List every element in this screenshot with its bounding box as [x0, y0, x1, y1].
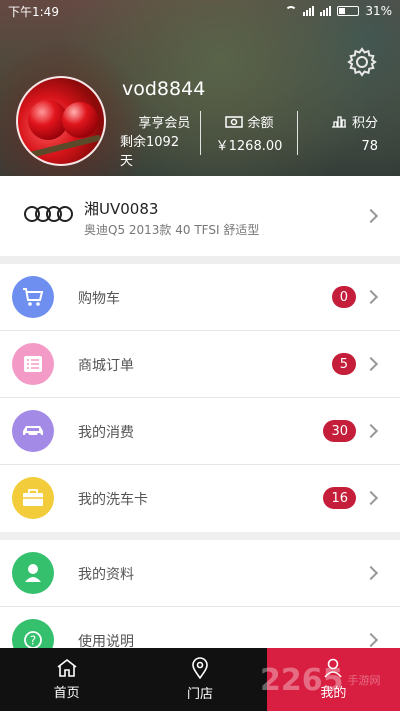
- divider: [296, 111, 298, 155]
- menu-item-cart[interactable]: 购物车 0: [0, 264, 400, 331]
- person-icon: [12, 552, 54, 594]
- chevron-right-icon: [363, 490, 379, 506]
- member-remaining: 剩余1092天: [120, 135, 180, 169]
- menu-item-label: 我的洗车卡: [78, 492, 148, 508]
- menu-item-label: 商城订单: [78, 358, 134, 374]
- chevron-right-icon: [363, 208, 379, 224]
- chevron-right-icon: [363, 565, 379, 581]
- avatar[interactable]: [16, 76, 106, 166]
- location-icon: [192, 657, 208, 679]
- points-label: 积分: [352, 116, 379, 131]
- car-model: 奥迪Q5 2013款 40 TFSI 舒适型: [84, 223, 260, 237]
- car-icon: [12, 410, 54, 452]
- cart-icon: [12, 276, 54, 318]
- nav-label: 门店: [186, 687, 213, 702]
- audi-logo-icon: [24, 206, 73, 222]
- status-bar: 下午1:49 31%: [0, 0, 400, 22]
- divider: [200, 111, 202, 155]
- chevron-right-icon: [363, 356, 379, 372]
- nav-label: 我的: [320, 686, 347, 701]
- svg-text:?: ?: [30, 634, 36, 648]
- balance-stat[interactable]: 余额 ￥1268.00: [211, 108, 286, 158]
- money-icon: [224, 115, 243, 128]
- menu-item-orders[interactable]: 商城订单 5: [0, 331, 400, 398]
- nav-store[interactable]: 门店: [133, 648, 266, 711]
- menu-item-label: 购物车: [78, 291, 120, 307]
- chevron-right-icon: [363, 423, 379, 439]
- member-label: 享亨会员: [138, 116, 191, 131]
- username: vod8844: [122, 78, 206, 100]
- balance-value: ￥1268.00: [215, 139, 283, 154]
- count-badge: 30: [323, 420, 356, 442]
- gear-icon[interactable]: [346, 46, 378, 78]
- bottom-nav: 首页 门店 我的: [0, 648, 400, 711]
- status-time: 下午1:49: [8, 4, 59, 19]
- menu-item-label: 我的消费: [78, 425, 134, 441]
- order-list-icon: [12, 343, 54, 385]
- nav-label: 首页: [53, 686, 80, 701]
- battery-icon: [337, 6, 360, 16]
- home-icon: [57, 658, 77, 677]
- menu-item-label: 我的资料: [78, 567, 134, 583]
- wifi-icon: [285, 6, 298, 16]
- points-value: 78: [361, 139, 379, 154]
- points-chart-icon: [332, 116, 347, 128]
- chevron-right-icon: [363, 289, 379, 305]
- nav-home[interactable]: 首页: [0, 648, 133, 711]
- points-stat[interactable]: 积分 78: [308, 108, 400, 158]
- signal-icon-2: [320, 6, 332, 16]
- count-badge: 16: [323, 487, 356, 509]
- card-icon: [12, 477, 54, 519]
- count-badge: 0: [331, 286, 356, 308]
- menu-item-wash-card[interactable]: 我的洗车卡 16: [0, 465, 400, 532]
- car-plate: 湘UV0083: [84, 200, 159, 218]
- account-stats: 享亨会员 剩余1092天 余额 ￥1268.00 积分 78: [120, 108, 400, 169]
- menu-group-orders: 购物车 0 商城订单 5 我的消费 30 我的洗车卡 16: [0, 264, 400, 532]
- car-card[interactable]: 湘UV0083 奥迪Q5 2013款 40 TFSI 舒适型: [0, 176, 400, 256]
- count-badge: 5: [331, 353, 356, 375]
- user-icon: [324, 658, 342, 678]
- chevron-right-icon: [363, 632, 379, 648]
- battery-percent: 31%: [365, 4, 392, 18]
- membership-stat[interactable]: 享亨会员 剩余1092天: [120, 108, 191, 169]
- balance-label: 余额: [247, 116, 274, 131]
- menu-item-profile[interactable]: 我的资料: [0, 540, 400, 607]
- signal-icon: [303, 6, 315, 16]
- menu-item-consumption[interactable]: 我的消费 30: [0, 398, 400, 465]
- nav-mine[interactable]: 我的: [266, 648, 400, 711]
